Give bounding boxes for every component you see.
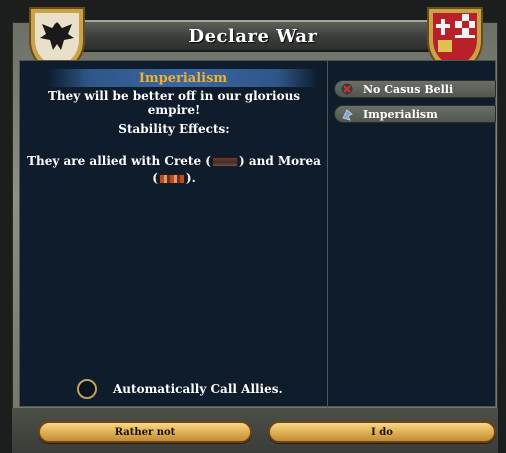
casus-belli-item-imperialism[interactable]: Imperialism bbox=[334, 105, 496, 123]
title-bar: Declare War bbox=[60, 20, 446, 52]
alliance-text-mid: ) and Morea bbox=[238, 154, 321, 168]
content-panel: Imperialism They will be better off in o… bbox=[19, 60, 496, 408]
stability-label: Stability Effects: bbox=[118, 122, 230, 136]
casus-belli-item-none[interactable]: No Casus Belli bbox=[334, 80, 496, 98]
alliance-text-prefix: They are allied with Crete ( bbox=[27, 154, 211, 168]
rather-not-button[interactable]: Rather not bbox=[38, 421, 252, 443]
reason-description: They will be better off in our glorious … bbox=[47, 89, 301, 117]
i-do-label: I do bbox=[371, 426, 393, 438]
crete-flag-icon bbox=[211, 156, 238, 167]
reason-pane: Imperialism They will be better off in o… bbox=[20, 61, 328, 408]
morea-flag-icon bbox=[158, 173, 185, 184]
dialog-title: Declare War bbox=[188, 25, 318, 47]
call-allies-label: Automatically Call Allies. bbox=[113, 382, 283, 396]
reason-banner: Imperialism bbox=[48, 69, 318, 87]
imperialism-icon bbox=[340, 107, 354, 121]
alliance-line-2: (). bbox=[20, 171, 328, 185]
i-do-button[interactable]: I do bbox=[268, 421, 496, 443]
alliance-text-suffix: ). bbox=[185, 171, 196, 185]
casus-belli-label: No Casus Belli bbox=[363, 82, 454, 96]
rather-not-label: Rather not bbox=[114, 426, 176, 438]
call-allies-radio[interactable] bbox=[77, 379, 97, 399]
casus-belli-label: Imperialism bbox=[363, 107, 438, 121]
alliance-line: They are allied with Crete ( ) and Morea bbox=[20, 154, 328, 168]
call-allies-option[interactable]: Automatically Call Allies. bbox=[77, 379, 283, 399]
alliance-text-open: ( bbox=[152, 171, 158, 185]
x-icon bbox=[340, 82, 354, 96]
reason-heading: Imperialism bbox=[138, 70, 228, 86]
